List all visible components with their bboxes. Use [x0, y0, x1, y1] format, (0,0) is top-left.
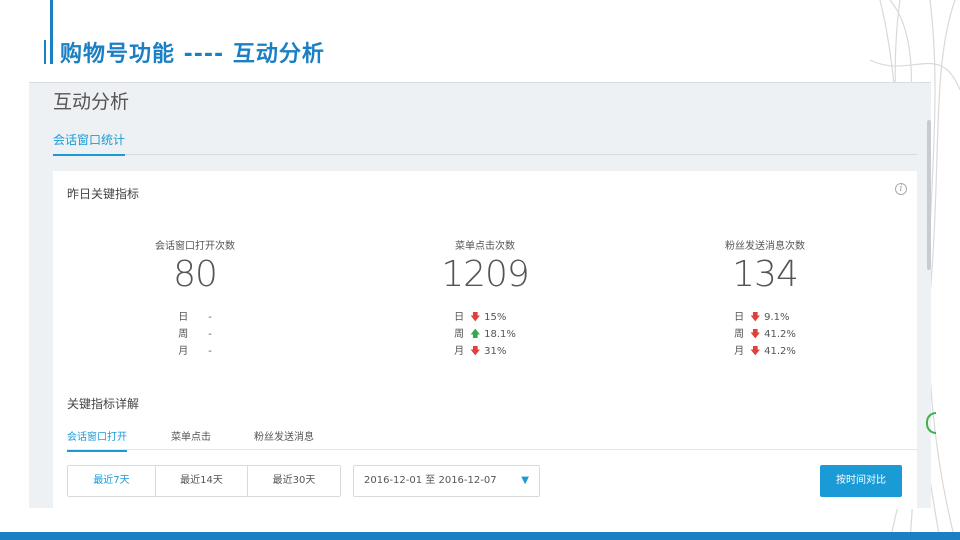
- period-label: 日: [734, 312, 745, 323]
- metric-label: 粉丝发送消息次数: [725, 241, 805, 252]
- arrow-down-icon: 🡇: [470, 312, 481, 323]
- slide-accent-bar-small: [44, 40, 46, 64]
- subtab-window-opens[interactable]: 会话窗口打开: [67, 428, 127, 452]
- metric-label: 会话窗口打开次数: [155, 241, 235, 252]
- change-value: -: [208, 329, 212, 340]
- scrollbar[interactable]: [927, 120, 931, 270]
- page-title: 互动分析: [53, 91, 130, 113]
- change-row-day: 日 -: [178, 309, 212, 326]
- metric-changes: 日 🡇 15% 周 🡅 18.1% 月 🡇 31%: [454, 309, 516, 360]
- slide-title: 购物号功能 ---- 互动分析: [60, 42, 325, 67]
- analytics-panel: 互动分析 会话窗口统计 昨日关键指标 i 会话窗口打开次数 80 日 - 周 -…: [29, 82, 931, 509]
- arrow-down-icon: 🡇: [470, 346, 481, 357]
- change-row-month: 月 -: [178, 343, 212, 360]
- range-7-days-button[interactable]: 最近7天: [68, 466, 156, 496]
- metrics-row: 会话窗口打开次数 80 日 - 周 - 月 - 菜单点击次数 1209 日 🡇 15…: [53, 237, 917, 357]
- card-title: 昨日关键指标: [67, 187, 140, 201]
- arrow-down-icon: 🡇: [750, 329, 761, 340]
- metric-menu-clicks: 菜单点击次数 1209 日 🡇 15% 周 🡅 18.1% 月 🡇 31%: [385, 237, 585, 360]
- range-selector: 最近7天 最近14天 最近30天: [67, 465, 341, 497]
- period-label: 月: [454, 346, 465, 357]
- arrow-down-icon: 🡇: [750, 346, 761, 357]
- change-value: -: [208, 346, 212, 357]
- period-label: 月: [734, 346, 745, 357]
- change-row-day: 日 🡇 15%: [454, 309, 516, 326]
- metric-label: 菜单点击次数: [455, 241, 515, 252]
- range-30-days-button[interactable]: 最近30天: [248, 466, 340, 496]
- tab-strip: 会话窗口统计: [53, 129, 917, 156]
- metric-value: 134: [732, 254, 799, 295]
- change-value: 18.1%: [484, 329, 516, 340]
- metric-fan-messages: 粉丝发送消息次数 134 日 🡇 9.1% 周 🡇 41.2% 月 🡇 41.2%: [665, 237, 865, 360]
- change-value: -: [208, 312, 212, 323]
- tab-conversation-stats[interactable]: 会话窗口统计: [53, 131, 126, 156]
- period-label: 日: [178, 312, 189, 323]
- change-row-month: 月 🡇 31%: [454, 343, 516, 360]
- metric-window-opens: 会话窗口打开次数 80 日 - 周 - 月 -: [95, 237, 295, 360]
- info-icon[interactable]: i: [895, 183, 907, 195]
- period-label: 月: [178, 346, 189, 357]
- change-row-week: 周 -: [178, 326, 212, 343]
- change-value: 15%: [484, 312, 507, 323]
- detail-section-title: 关键指标详解: [67, 397, 140, 411]
- key-metrics-card: 昨日关键指标 i 会话窗口打开次数 80 日 - 周 - 月 - 菜单点击次数 …: [53, 171, 917, 509]
- compare-by-time-button[interactable]: 按时间对比: [820, 465, 902, 497]
- arrow-up-icon: 🡅: [470, 329, 481, 340]
- subtab-fan-messages[interactable]: 粉丝发送消息: [254, 428, 314, 450]
- change-row-month: 月 🡇 41.2%: [734, 343, 796, 360]
- period-label: 日: [454, 312, 465, 323]
- range-14-days-button[interactable]: 最近14天: [156, 466, 248, 496]
- period-label: 周: [454, 329, 465, 340]
- change-row-day: 日 🡇 9.1%: [734, 309, 796, 326]
- change-value: 31%: [484, 346, 507, 357]
- metric-changes: 日 - 周 - 月 -: [178, 309, 212, 360]
- chevron-down-icon: ▼: [521, 475, 529, 486]
- change-row-week: 周 🡅 18.1%: [454, 326, 516, 343]
- detail-subtabs: 会话窗口打开 菜单点击 粉丝发送消息: [67, 426, 917, 452]
- change-row-week: 周 🡇 41.2%: [734, 326, 796, 343]
- arrow-down-icon: 🡇: [750, 312, 761, 323]
- date-range-value: 2016-12-01 至 2016-12-07: [364, 475, 497, 486]
- period-label: 周: [178, 329, 189, 340]
- period-label: 周: [734, 329, 745, 340]
- metric-value: 80: [173, 254, 218, 295]
- change-value: 41.2%: [764, 346, 796, 357]
- change-value: 9.1%: [764, 312, 790, 323]
- date-range-picker[interactable]: 2016-12-01 至 2016-12-07 ▼: [353, 465, 540, 497]
- slide-accent-bar: [50, 0, 53, 64]
- metric-changes: 日 🡇 9.1% 周 🡇 41.2% 月 🡇 41.2%: [734, 309, 796, 360]
- slide-bottom-bar: [0, 532, 960, 540]
- change-value: 41.2%: [764, 329, 796, 340]
- subtab-menu-clicks[interactable]: 菜单点击: [171, 428, 211, 450]
- metric-value: 1209: [441, 254, 530, 295]
